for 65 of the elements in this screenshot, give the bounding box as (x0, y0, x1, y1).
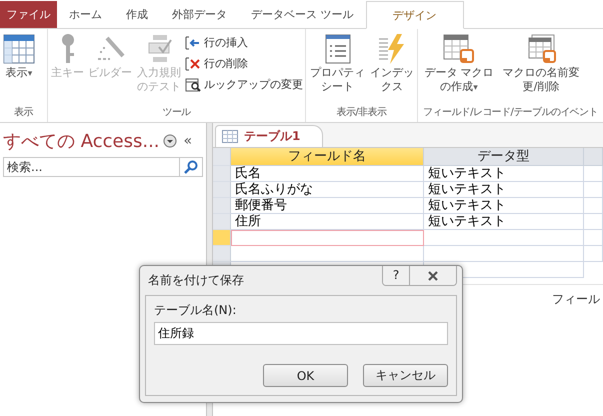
table-macro-icon (443, 34, 475, 64)
document-tab[interactable]: テーブル1 (215, 125, 324, 147)
group-label: ツール (161, 106, 192, 120)
ribbon-button[interactable]: マクロの名前変更/削除 (500, 32, 582, 106)
dialog-title: 名前を付けて保存 (148, 272, 244, 289)
close-button[interactable] (410, 266, 456, 285)
table-cell: 住所 (231, 214, 424, 230)
ribbon-button[interactable]: 表示▾ (2, 32, 36, 106)
row-selector[interactable] (213, 182, 231, 198)
table-cell: 氏名ふりがな (231, 182, 424, 198)
row-selector[interactable] (213, 166, 231, 182)
row-selector[interactable] (213, 198, 231, 214)
close-icon[interactable] (427, 270, 439, 280)
ribbon-tab[interactable]: 外部データ (160, 1, 239, 28)
table-cell: 氏名 (231, 166, 424, 182)
table-cell: 短いテキスト (424, 166, 584, 182)
table-icon (222, 130, 238, 143)
ribbon-tab[interactable]: 作成 (114, 1, 160, 28)
ribbon-tab[interactable]: ホーム (57, 1, 114, 28)
table-cell: 短いテキスト (424, 214, 584, 230)
group-label: 表示/非表示 (336, 106, 388, 120)
ribbon-button[interactable]: インデックス (369, 32, 415, 106)
column-header[interactable]: データ型 (424, 148, 584, 166)
table-cell (584, 230, 603, 246)
table-cell (584, 198, 603, 214)
ribbon-tab[interactable]: デザイン (366, 1, 464, 29)
search-icon[interactable] (179, 157, 203, 177)
table-name-field[interactable]: 住所録 (154, 322, 448, 345)
column-header[interactable] (584, 148, 603, 166)
table-icon (3, 34, 35, 64)
insert-row-icon (185, 36, 201, 50)
dialog-button[interactable]: OK (263, 364, 348, 387)
table-cell (584, 166, 603, 182)
column-header[interactable]: フィールド名 (231, 148, 424, 166)
table-cell: 短いテキスト (424, 182, 584, 198)
row-selector[interactable] (213, 230, 231, 246)
field-properties-label: フィール (552, 291, 600, 308)
delete-row-icon (185, 56, 201, 70)
nav-pane-title[interactable]: すべての Access... (3, 129, 160, 153)
group-label: 表示 (13, 106, 34, 120)
property-sheet-icon (324, 34, 350, 64)
table-cell (584, 246, 603, 262)
table-cell (584, 182, 603, 198)
select-all-corner[interactable] (213, 148, 231, 166)
ribbon-button[interactable]: ルックアップの変更 (185, 75, 303, 94)
ribbon-button[interactable]: 行の削除 (185, 54, 303, 73)
table-cell (584, 214, 603, 230)
table-cell: 郵便番号 (231, 198, 424, 214)
collapse-button[interactable]: « (184, 133, 192, 149)
row-selector[interactable] (213, 214, 231, 230)
field-label: テーブル名(N): (154, 302, 238, 319)
ribbon-button[interactable]: プロパティシート (308, 32, 367, 106)
ribbon-button[interactable]: 行の挿入 (185, 33, 303, 52)
file-tab[interactable]: ファイル (0, 1, 57, 28)
ribbon-button[interactable]: データ マクロの作成▾ (420, 32, 498, 106)
help-button[interactable]: ? (383, 266, 410, 285)
row-selector[interactable] (213, 246, 231, 262)
lightning-icon (377, 33, 407, 65)
lookup-icon (185, 78, 201, 92)
search-field[interactable]: 検索... (3, 157, 179, 177)
ribbon-tab[interactable]: データベース ツール (239, 1, 366, 28)
dropdown-icon[interactable] (162, 134, 177, 148)
table-cell: 短いテキスト (424, 198, 584, 214)
group-label: フィールド/レコード/テーブルのイベント (422, 106, 599, 120)
dialog-button[interactable]: キャンセル (363, 364, 448, 387)
